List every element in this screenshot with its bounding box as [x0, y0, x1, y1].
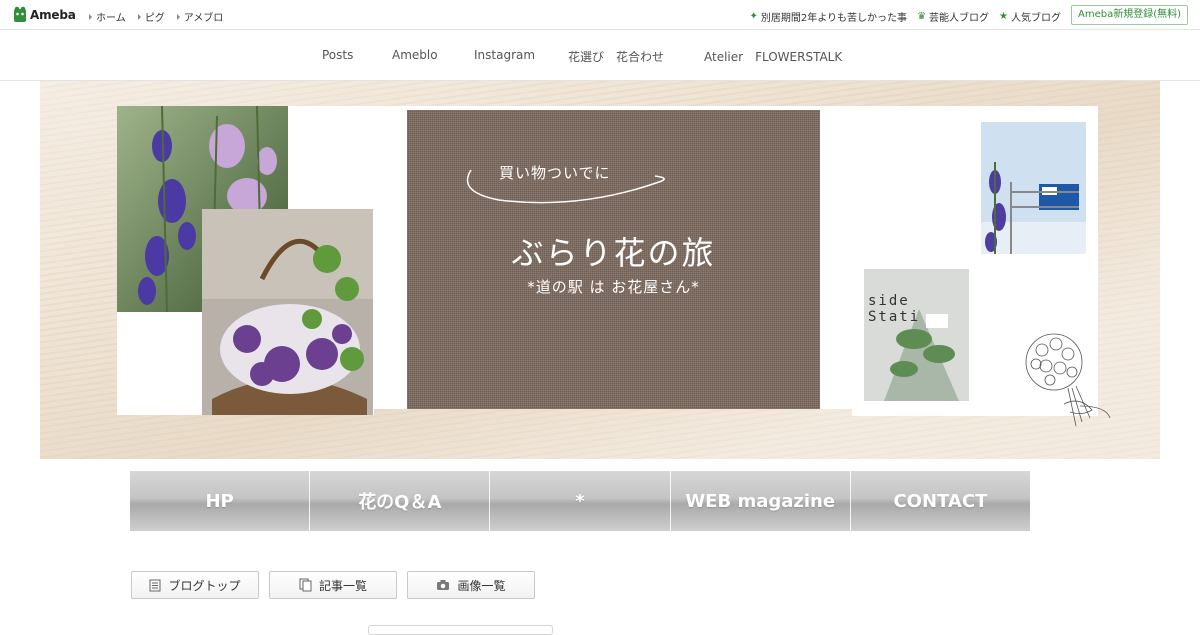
link-pigg[interactable]: ピグ: [137, 9, 165, 24]
ameba-right-links: ✦ 別居期間2年よりも苦しかった事 ♛ 芸能人ブログ ★ 人気ブログ: [750, 9, 1062, 24]
station-sign-text: side Stati: [868, 293, 921, 325]
nav-posts[interactable]: Posts: [322, 48, 353, 62]
link-ameblo[interactable]: アメブロ: [176, 9, 224, 24]
menu-hp[interactable]: HP: [130, 471, 311, 531]
link-featured-article[interactable]: ✦ 別居期間2年よりも苦しかった事: [750, 9, 908, 24]
blog-nav: Posts Ameblo Instagram 花選び 花合わせ Atelier …: [0, 31, 1200, 81]
title-panel: 買い物ついでに ぶらり花の旅 *道の駅 は お花屋さん*: [407, 110, 820, 409]
blog-top-button[interactable]: ブログトップ: [131, 571, 259, 599]
register-button[interactable]: Ameba新規登録(無料): [1070, 5, 1188, 25]
basket-bouquet-photo: [202, 209, 373, 415]
link-home[interactable]: ホーム: [89, 9, 126, 24]
ameba-nav-links: ホーム ピグ アメブロ: [89, 9, 223, 24]
ameba-logo[interactable]: Ameba: [13, 6, 76, 23]
menu-asterisk[interactable]: *: [490, 471, 671, 531]
document-icon: [149, 579, 161, 591]
nav-instagram[interactable]: Instagram: [474, 48, 535, 62]
nav-atelier[interactable]: Atelier FLOWERSTALK: [704, 48, 842, 65]
link-home-label: ホーム: [96, 13, 126, 24]
bouquet-station-photo: side Stati: [864, 269, 969, 401]
link-popular-blogs[interactable]: ★ 人気ブログ: [999, 9, 1061, 24]
content-box-edge: [368, 625, 553, 635]
nav-ameblo[interactable]: Ameblo: [392, 48, 438, 62]
link-celebrity-blogs[interactable]: ♛ 芸能人ブログ: [917, 9, 989, 24]
crown-icon: ♛: [917, 10, 927, 22]
nav-flower-selection[interactable]: 花選び 花合わせ: [568, 48, 664, 65]
hydrangea-sketch-icon: [1025, 333, 1111, 427]
banner-subtitle: 買い物ついでに: [499, 164, 611, 182]
ameba-logo-icon: [14, 6, 26, 22]
chevron-right-icon: [176, 13, 180, 20]
link-popular-blogs-label: 人気ブログ: [1011, 13, 1061, 24]
menu-flower-qa[interactable]: 花のQ＆A: [310, 471, 491, 531]
ameba-header: Ameba ホーム ピグ アメブロ ✦ 別居期間2年よりも苦しかった事 ♛ 芸能人ブ…: [0, 0, 1200, 30]
header-banner[interactable]: 買い物ついでに ぶらり花の旅 *道の駅 は お花屋さん* side Stati: [40, 81, 1160, 459]
menu-web-magazine[interactable]: WEB magazine: [671, 471, 851, 531]
link-ameblo-label: アメブロ: [183, 13, 224, 24]
image-list-label: 画像一覧: [457, 578, 506, 593]
menu-bar: HP 花のQ＆A * WEB magazine CONTACT: [130, 471, 1030, 531]
article-list-button[interactable]: 記事一覧: [269, 571, 397, 599]
chevron-right-icon: [137, 13, 141, 20]
pages-icon: [299, 578, 312, 592]
banner-tagline: *道の駅 は お花屋さん*: [527, 278, 700, 296]
star-icon: ★: [999, 10, 1008, 22]
menu-contact[interactable]: CONTACT: [851, 471, 1030, 531]
road-sign-photo: [981, 122, 1086, 254]
link-featured-article-label: 別居期間2年よりも苦しかった事: [760, 13, 908, 24]
link-pigg-label: ピグ: [144, 13, 165, 24]
chevron-right-icon: [89, 13, 92, 20]
blog-top-label: ブログトップ: [168, 578, 241, 593]
sparkle-icon: ✦: [749, 10, 758, 22]
blog-sub-nav: ブログトップ 記事一覧 画像一覧: [131, 571, 535, 599]
camera-icon: [437, 580, 450, 590]
banner-title: ぶらり花の旅: [511, 234, 716, 272]
ameba-logo-text: Ameba: [30, 7, 76, 22]
image-list-button[interactable]: 画像一覧: [407, 571, 535, 599]
article-list-label: 記事一覧: [318, 578, 367, 593]
link-celebrity-blogs-label: 芸能人ブログ: [929, 13, 990, 24]
